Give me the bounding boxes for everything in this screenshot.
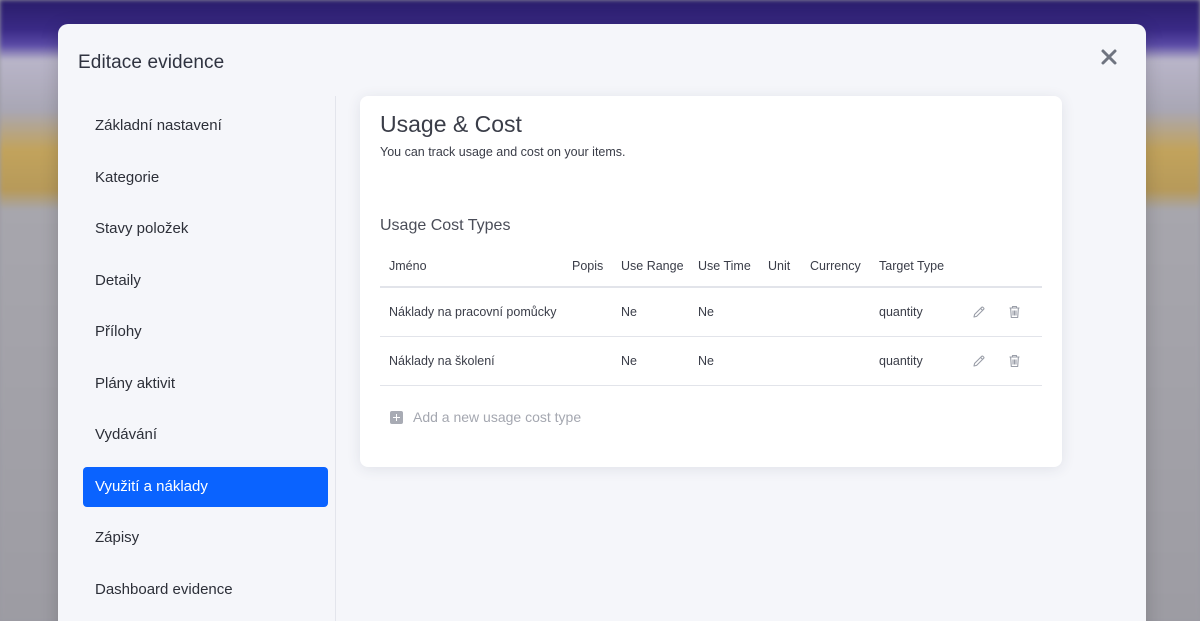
delete-button[interactable] (1008, 337, 1021, 385)
column-header-name[interactable]: Jméno (389, 246, 427, 286)
edit-evidence-modal: Editace evidence Základní nastavení Kate… (58, 24, 1146, 621)
plus-square-icon (390, 410, 403, 424)
edit-button[interactable] (972, 337, 986, 385)
cell-target-type: quantity (879, 354, 923, 368)
add-usage-cost-type-button[interactable]: Add a new usage cost type (390, 406, 581, 428)
cell-use-range: Ne (621, 354, 637, 368)
sidebar-item-details[interactable]: Detaily (83, 261, 328, 301)
table-row: Náklady na pracovní pomůcky Ne Ne quanti… (380, 288, 1042, 337)
usage-cost-types-table: Jméno Popis Use Range Use Time Unit Curr… (380, 246, 1042, 386)
cell-name: Náklady na školení (389, 354, 495, 368)
column-header-target-type[interactable]: Target Type (879, 246, 944, 286)
cell-use-time: Ne (698, 354, 714, 368)
cell-target-type: quantity (879, 305, 923, 319)
column-header-unit[interactable]: Unit (768, 246, 790, 286)
column-header-currency[interactable]: Currency (810, 246, 861, 286)
column-header-use-time[interactable]: Use Time (698, 246, 751, 286)
trash-icon (1009, 305, 1020, 319)
edit-button[interactable] (972, 288, 986, 336)
sidebar-item-categories[interactable]: Kategorie (83, 158, 328, 198)
sidebar-item-dashboard[interactable]: Dashboard evidence (83, 570, 328, 610)
modal-title: Editace evidence (78, 52, 225, 73)
table-row: Náklady na školení Ne Ne quantity (380, 337, 1042, 386)
column-header-description[interactable]: Popis (572, 246, 603, 286)
settings-sidebar: Základní nastavení Kategorie Stavy polož… (82, 96, 336, 621)
sidebar-item-activity-plans[interactable]: Plány aktivit (83, 364, 328, 404)
pencil-icon (973, 355, 985, 367)
cell-use-range: Ne (621, 305, 637, 319)
cell-name: Náklady na pracovní pomůcky (389, 305, 557, 319)
sidebar-item-attachments[interactable]: Přílohy (83, 312, 328, 352)
close-button[interactable] (1098, 46, 1120, 68)
pencil-icon (973, 306, 985, 318)
sidebar-item-basic-settings[interactable]: Základní nastavení (83, 106, 328, 146)
card-title: Usage & Cost (380, 111, 522, 137)
close-icon (1101, 49, 1117, 65)
sidebar-item-usage-and-costs[interactable]: Využití a náklady (83, 467, 328, 507)
delete-button[interactable] (1008, 288, 1021, 336)
card-subtitle: You can track usage and cost on your ite… (380, 145, 626, 159)
sidebar-item-item-states[interactable]: Stavy položek (83, 209, 328, 249)
sidebar-item-issuing[interactable]: Vydávání (83, 415, 328, 455)
trash-icon (1009, 354, 1020, 368)
sidebar-item-records[interactable]: Zápisy (83, 518, 328, 558)
cell-use-time: Ne (698, 305, 714, 319)
add-usage-cost-type-label: Add a new usage cost type (413, 409, 582, 425)
column-header-use-range[interactable]: Use Range (621, 246, 684, 286)
usage-cost-card: Usage & Cost You can track usage and cos… (360, 96, 1062, 467)
section-title: Usage Cost Types (380, 217, 511, 234)
table-header-row: Jméno Popis Use Range Use Time Unit Curr… (380, 246, 1042, 288)
